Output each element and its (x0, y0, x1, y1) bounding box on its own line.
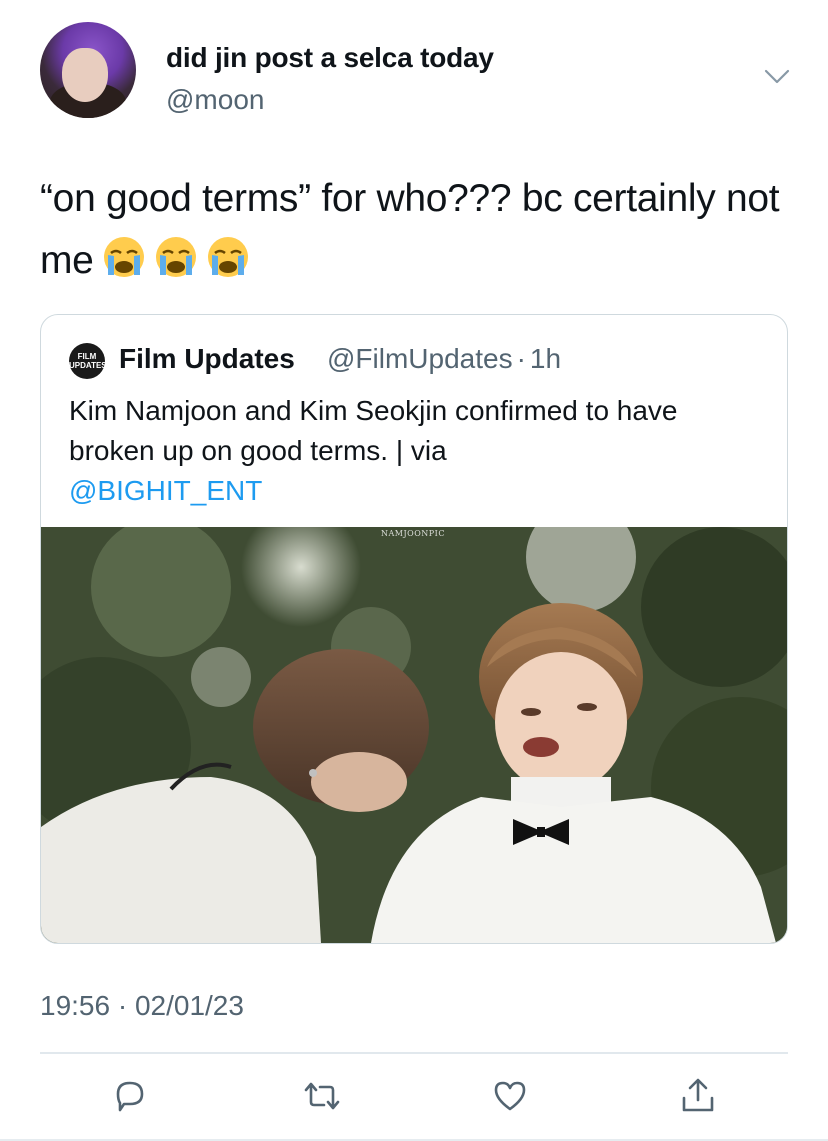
media-watermark: NAMJOONPIC (381, 529, 445, 538)
crying-face-icon (102, 235, 146, 279)
retweet-icon (304, 1082, 340, 1110)
quote-time: 1h (529, 343, 562, 374)
retweet-button[interactable] (300, 1074, 344, 1118)
author-avatar[interactable] (40, 22, 136, 118)
meta-separator: · (516, 343, 526, 374)
author-handle[interactable]: @moon (166, 84, 264, 116)
avatar-face (62, 48, 108, 102)
quote-author-meta: @FilmUpdates · 1h (327, 343, 561, 375)
quote-author-handle[interactable]: @FilmUpdates (327, 343, 513, 374)
crying-face-icon (206, 235, 250, 279)
mention-link[interactable]: @BIGHIT_ENT (69, 475, 262, 506)
quote-author-avatar[interactable]: FILM UPDATES (69, 343, 107, 379)
divider (40, 1052, 788, 1054)
tweet-text: “on good terms” for who??? bc certainly … (40, 168, 780, 292)
reply-icon (116, 1081, 144, 1112)
author-name[interactable]: did jin post a selca today (166, 42, 494, 74)
reply-button[interactable] (108, 1074, 152, 1118)
quote-media-image[interactable]: NAMJOONPIC (41, 527, 787, 943)
chevron-down-icon[interactable] (764, 68, 790, 86)
tweet-timestamp[interactable]: 19:56 · 02/01/23 (40, 990, 244, 1022)
quote-tweet-card[interactable]: FILM UPDATES Film Updates @FilmUpdates · 1… (40, 314, 788, 944)
share-button[interactable] (676, 1074, 720, 1118)
crying-face-icon (154, 235, 198, 279)
tweet-body: “on good terms” for who??? bc certainly … (40, 177, 780, 282)
quote-body: Kim Namjoon and Kim Seokjin confirmed to… (69, 395, 678, 466)
like-button[interactable] (488, 1074, 532, 1118)
quote-author-name[interactable]: Film Updates (119, 343, 295, 375)
quote-text: Kim Namjoon and Kim Seokjin confirmed to… (69, 391, 749, 511)
share-icon (682, 1078, 714, 1112)
like-icon (494, 1081, 526, 1111)
